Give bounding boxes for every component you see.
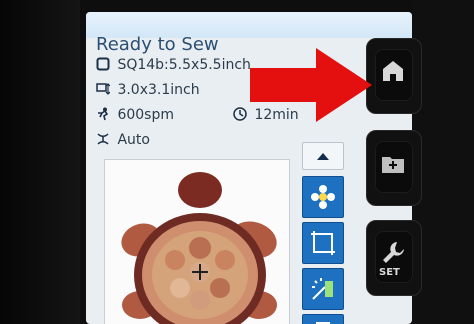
auto-color-icon xyxy=(96,132,110,146)
hoop-move-button[interactable] xyxy=(302,314,344,324)
color-wand-button[interactable] xyxy=(302,268,344,310)
hoop-info: SQ14b:5.5x5.5inch xyxy=(96,57,251,73)
size-icon xyxy=(96,82,111,96)
design-preview[interactable] xyxy=(104,159,290,324)
clock-icon xyxy=(233,107,247,121)
size-label: 3.0x3.1inch xyxy=(117,82,200,98)
device-frame: Ready to Sew SQ14b:5.5x5.5inch 3.0x3.1in… xyxy=(0,0,474,324)
size-info: 3.0x3.1inch xyxy=(96,82,200,98)
settings-hardware-button[interactable]: SET xyxy=(366,220,422,296)
frame-resize-button[interactable] xyxy=(302,222,344,264)
settings-label: SET xyxy=(379,267,400,278)
color-mode-label: Auto xyxy=(117,132,150,148)
speed-runner-icon xyxy=(96,107,110,121)
wrench-icon xyxy=(383,242,404,263)
home-hardware-button[interactable] xyxy=(366,38,422,114)
home-icon xyxy=(383,61,403,81)
design-flower-button[interactable] xyxy=(302,176,344,218)
frame-resize-icon xyxy=(311,231,335,255)
flower-icon xyxy=(311,185,335,209)
folder-icon xyxy=(382,157,404,173)
design-tools-bar xyxy=(302,142,346,324)
scroll-up-button[interactable] xyxy=(302,142,344,170)
red-arrow-annotation xyxy=(250,48,372,122)
hoop-label: SQ14b:5.5x5.5inch xyxy=(117,57,251,73)
speed-info: 600spm xyxy=(96,107,174,123)
screen-title: Ready to Sew xyxy=(96,34,219,55)
speed-label: 600spm xyxy=(117,107,174,123)
turtle-embroidery-design xyxy=(121,172,277,324)
folder-hardware-button[interactable] xyxy=(366,130,422,206)
color-mode-info: Auto xyxy=(96,132,150,148)
wand-color-icon xyxy=(312,278,333,300)
left-bezel xyxy=(0,0,80,324)
hoop-icon xyxy=(96,57,110,71)
arrow-up-icon xyxy=(317,153,329,160)
